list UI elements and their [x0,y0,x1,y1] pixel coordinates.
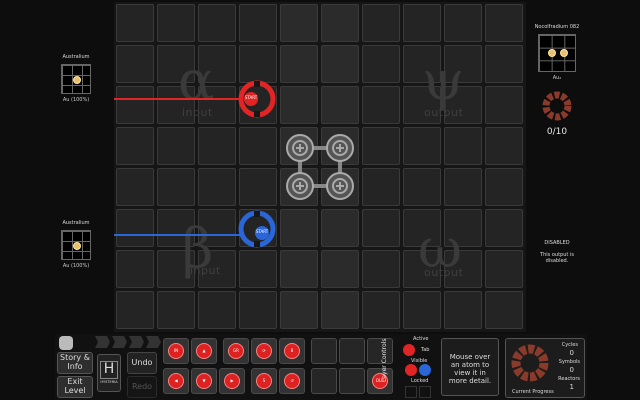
tile-empty[interactable] [311,338,337,364]
red-start-label: START [244,95,258,100]
bonder-icon [326,134,354,162]
cycles-value: 0 [569,349,574,357]
reactors-label: Reactors [558,376,580,382]
tile-up[interactable]: ▲ [191,338,217,364]
tile-rotate[interactable]: ⟳ [251,338,277,364]
instruction-palette: IN ▲ GR ⟳ B ◀ ▼ ▶ S ↺ OUT [161,336,393,398]
tab-label: Tab [421,347,430,353]
sync-icon: S [262,378,266,383]
grab-icon: GR [233,348,239,353]
blue-start-label: START [255,229,269,234]
tile-empty[interactable] [311,368,337,394]
redo-button[interactable]: Redo [127,376,157,398]
active-red-layer[interactable] [403,344,415,356]
settings-icon[interactable] [59,336,73,350]
output-psi-title: Nocolfradium 082 [534,24,580,30]
current-progress-panel: Current Progress Cycles 0 Symbols 0 Reac… [505,338,585,398]
layer-controls-label: Layer Controls [381,338,388,382]
hysteria-caption: HYSTERIA [100,379,118,384]
output-omega-note: This output is disabled. [540,252,574,264]
left-arrow-icon: ◀ [174,378,178,383]
bottom-toolbar: Story & Info Exit Level H HYSTERIA Undo … [55,334,587,400]
atom-info-text: Mouse over an atom to view it in more de… [448,353,492,385]
bonder-icon [326,172,354,200]
tile-grab[interactable]: GR [223,338,249,364]
atom-info-box: Mouse over an atom to view it in more de… [441,338,499,396]
tile-empty[interactable] [367,338,393,364]
bonder-icon [286,172,314,200]
tile-output[interactable]: OUT [367,368,393,394]
tile-left[interactable]: ◀ [163,368,189,394]
story-info-button[interactable]: Story & Info [57,352,93,374]
tile-empty[interactable] [339,368,365,394]
tile-icon: IN [173,348,179,353]
bonder-block[interactable] [286,134,354,200]
arrow-icon [129,336,144,348]
symbols-value: 0 [569,366,574,374]
down-arrow-icon: ▼ [202,378,206,383]
output-omega-panel: DISABLED This output is disabled. [530,240,584,264]
output-psi-preview [538,34,576,72]
bonder-icon [286,134,314,162]
layer-controls: Active Tab Visible Locked [399,336,437,398]
tile-down[interactable]: ▼ [191,368,217,394]
symbols-label: Symbols [558,359,580,365]
cycles-label: Cycles [561,342,578,348]
locked-label: Locked [411,378,429,384]
arrow-icon [112,336,127,348]
active-label: Active [413,336,429,342]
progress-dial-icon [511,344,549,382]
tile-sync[interactable]: S [251,368,277,394]
rotate-icon: ⟳ [262,348,266,353]
flip-icon: ↺ [290,378,294,383]
reactors-value: 1 [569,383,574,391]
visible-blue-layer[interactable] [419,364,431,376]
tile-flip[interactable]: ↺ [279,368,305,394]
hysteria-button[interactable]: H HYSTERIA [97,354,121,392]
au-atom-icon [560,49,568,57]
hysteria-letter: H [99,361,119,379]
output-psi-formula: Au₂ [552,75,562,81]
output-omega-title: DISABLED [544,240,570,246]
up-arrow-icon: ▲ [202,348,206,353]
tile-empty[interactable] [339,338,365,364]
undo-button[interactable]: Undo [127,352,157,374]
tile-right[interactable]: ▶ [219,368,245,394]
au-atom-icon [548,49,556,57]
exit-level-button[interactable]: Exit Level [57,376,93,398]
progress-wheel-icon [542,91,572,121]
tile-input[interactable]: IN [163,338,189,364]
arrow-strip [95,336,161,348]
arrow-icon [95,336,110,348]
locked-blue-layer[interactable] [419,386,431,398]
bond-icon: B [290,348,294,353]
locked-red-layer[interactable] [405,386,417,398]
output-psi-count: 0/10 [546,127,568,137]
right-arrow-icon: ▶ [230,378,234,383]
arrow-icon [146,336,161,348]
output-psi-panel: Nocolfradium 082 Au₂ 0/10 [530,24,584,137]
visible-red-layer[interactable] [405,364,417,376]
tile-bond[interactable]: B [279,338,305,364]
progress-title: Current Progress [512,389,554,395]
